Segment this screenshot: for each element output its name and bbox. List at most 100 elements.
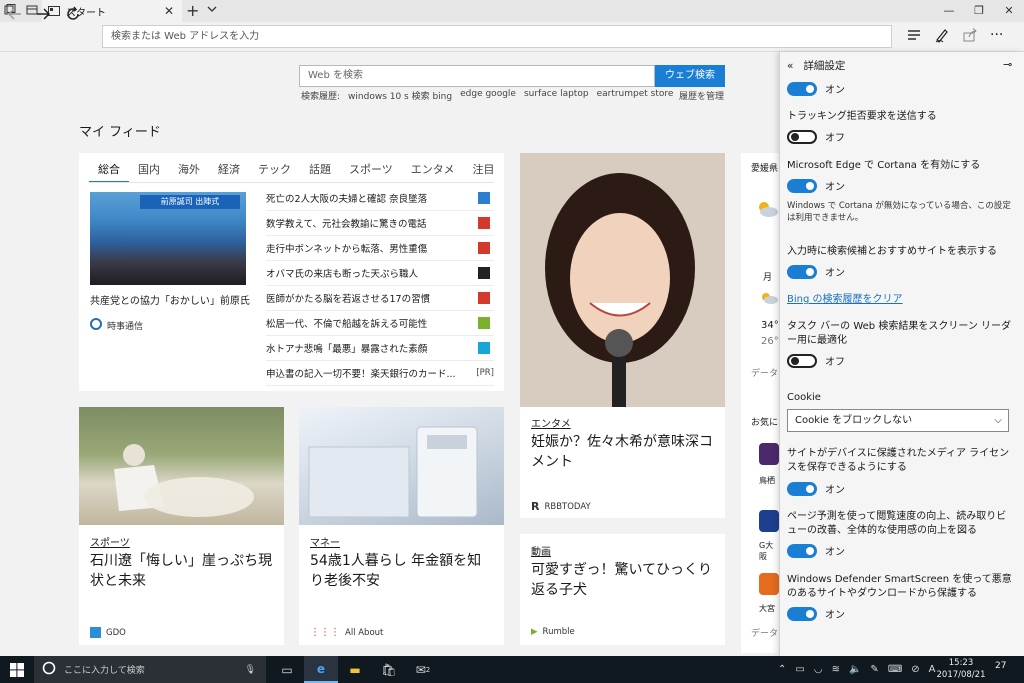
history-item[interactable]: edge google [460,89,516,102]
toggle-switch[interactable] [787,81,817,96]
suggest-toggle[interactable] [787,264,817,279]
wifi-icon[interactable]: ≋ [832,664,840,675]
cortana-toggle-row: オン [787,178,845,193]
entertainment-title[interactable]: 妊娠か？佐々木希が意味深コメント [531,432,716,472]
new-tab-icon[interactable]: + [186,1,199,20]
taskbar-reader-toggle[interactable] [787,353,817,368]
no-sign-icon[interactable]: ⊘ [911,664,919,675]
portrait-illustration [520,153,725,407]
tab-chumoku[interactable]: 注目 [463,161,503,183]
tab-kokunai[interactable]: 国内 [129,161,169,183]
media-license-toggle[interactable] [787,481,817,496]
sports-title[interactable]: 石川遼「悔しい」崖っぷち現状と未来 [90,551,275,591]
dnt-toggle[interactable] [787,129,817,144]
headline-item[interactable]: オバマ氏の来店も断った天ぷら職人 [266,261,494,286]
task-view-icon[interactable]: ▭ [270,656,304,683]
tab-entame[interactable]: エンタメ [402,161,464,183]
history-item[interactable]: surface laptop [524,89,589,102]
manage-history-link[interactable]: 履歴を管理 [679,89,724,102]
gdo-logo-icon [90,627,101,638]
network-icon[interactable]: ◡ [814,664,823,675]
microphone-icon[interactable]: 🎙 [245,665,256,675]
edge-icon[interactable]: e [304,656,338,683]
store-icon[interactable]: 🛍 [372,656,406,683]
headline-list: 死亡の2人大阪の夫婦と確認 奈良墜落 数学教えて、元社会教諭に驚きの電話 走行中ボン… [266,186,494,386]
close-tab-icon[interactable]: ✕ [164,4,174,18]
share-icon[interactable] [962,27,978,43]
tab-sougou[interactable]: 総合 [89,161,129,183]
tab-kaigai[interactable]: 海外 [169,161,209,183]
top-story-title[interactable]: 共産党との協力「おかしい」前原氏 [90,292,250,307]
money-category: マネー [310,538,340,549]
close-window-icon[interactable]: ✕ [994,0,1024,22]
top-story-image[interactable]: 前原誠司 出陣式 [90,192,246,285]
smartscreen-toggle[interactable] [787,606,817,621]
cookie-dropdown[interactable]: Cookie をブロックしない ⌵ [787,409,1009,432]
tab-keizai[interactable]: 経済 [209,161,249,183]
tray-chevron-icon[interactable]: ⌃ [778,664,786,675]
start-button[interactable] [0,656,34,683]
weather-location: 愛媛県 [751,164,779,174]
media-license-toggle-row: オン [787,481,845,496]
headline-item[interactable]: 松居一代、不倫で船越を訴える可能性 [266,311,494,336]
source-logo-icon [478,292,490,304]
setting-prev-toggle: オン [787,81,845,96]
video-title[interactable]: 可愛すぎっ！驚いてひっくり返る子犬 [531,560,716,600]
cortana-toggle[interactable] [787,178,817,193]
pen-icon[interactable]: ✎ [870,664,878,675]
back-icon[interactable] [6,5,24,23]
clock[interactable]: 15:23 2017/08/21 [936,657,986,681]
feed-title: マイ フィード [79,125,161,140]
headline-item[interactable]: 数学教えて、元社会教諭に驚きの電話 [266,211,494,236]
tab-wadai[interactable]: 話題 [300,161,340,183]
hub-icon[interactable] [906,27,922,43]
chevron-down-icon[interactable] [206,3,218,15]
web-note-icon[interactable] [934,27,950,43]
clock-time: 15:23 [948,658,974,668]
more-icon[interactable]: ··· [990,27,1003,43]
web-search-input[interactable]: Web を検索 [299,65,655,87]
smartscreen-toggle-row: オン [787,606,845,621]
tosu-crest-icon [759,443,779,465]
clear-bing-history-link[interactable]: Bing の検索履歴をクリア [787,290,903,305]
pr-badge: [PR] [476,368,494,378]
toggle-state: オン [825,182,845,193]
volume-icon[interactable]: 🔈 [849,664,861,675]
action-center-icon[interactable]: 27 [995,661,1006,671]
history-item[interactable]: eartrumpet store [597,89,674,102]
cookie-label: Cookie [787,392,821,403]
page-predict-toggle[interactable] [787,543,817,558]
browser-tab[interactable]: スタート ✕ [42,0,182,22]
pin-icon[interactable]: ⊸ [1003,58,1012,71]
address-bar[interactable]: 検索または Web アドレスを入力 [102,25,892,48]
toggle-state: オン [825,547,845,558]
taskbar-search[interactable]: ここに入力して検索 🎙 [34,656,266,683]
headline-item[interactable]: 死亡の2人大阪の夫婦と確認 奈良墜落 [266,186,494,211]
history-item[interactable]: windows 10 s 検索 bing [348,89,452,102]
headline-item[interactable]: 走行中ボンネットから転落、男性重傷 [266,236,494,261]
ime-icon[interactable]: A [929,664,936,675]
suggest-toggle-row: オン [787,264,845,279]
refresh-icon[interactable] [64,5,82,23]
money-title[interactable]: 54歳1人暮らし 年金額を知り老後不安 [310,551,495,591]
battery-icon[interactable]: ▭ [795,664,804,675]
web-search-button[interactable]: ウェブ検索 [655,65,725,87]
mail-icon[interactable]: ✉ 2 [406,656,440,683]
tab-sports[interactable]: スポーツ [340,161,402,183]
minimize-icon[interactable]: — [934,0,964,22]
keyboard-icon[interactable]: ⌨ [888,664,902,675]
back-chevron-icon[interactable]: « [787,60,793,72]
file-explorer-icon[interactable]: ▬ [338,656,372,683]
headline-item[interactable]: 水トアナ悲鳴「最悪」暴露された素顔 [266,336,494,361]
toggle-state: オフ [825,133,845,144]
tab-tech[interactable]: テック [249,161,300,183]
forward-icon[interactable] [34,5,52,23]
toggle-state: オフ [825,357,845,368]
weather-low: 26° [761,336,779,347]
cortana-icon [42,661,56,678]
headline-item[interactable]: 医師がかたる脳を若返させる17の習慣 [266,286,494,311]
jiji-logo-icon [90,318,102,333]
rumble-logo-icon: ▶ [531,627,538,637]
restore-icon[interactable]: ❐ [964,0,994,22]
headline-item[interactable]: 申込書の記入一切不要！楽天銀行のカード... [PR] [266,361,494,386]
